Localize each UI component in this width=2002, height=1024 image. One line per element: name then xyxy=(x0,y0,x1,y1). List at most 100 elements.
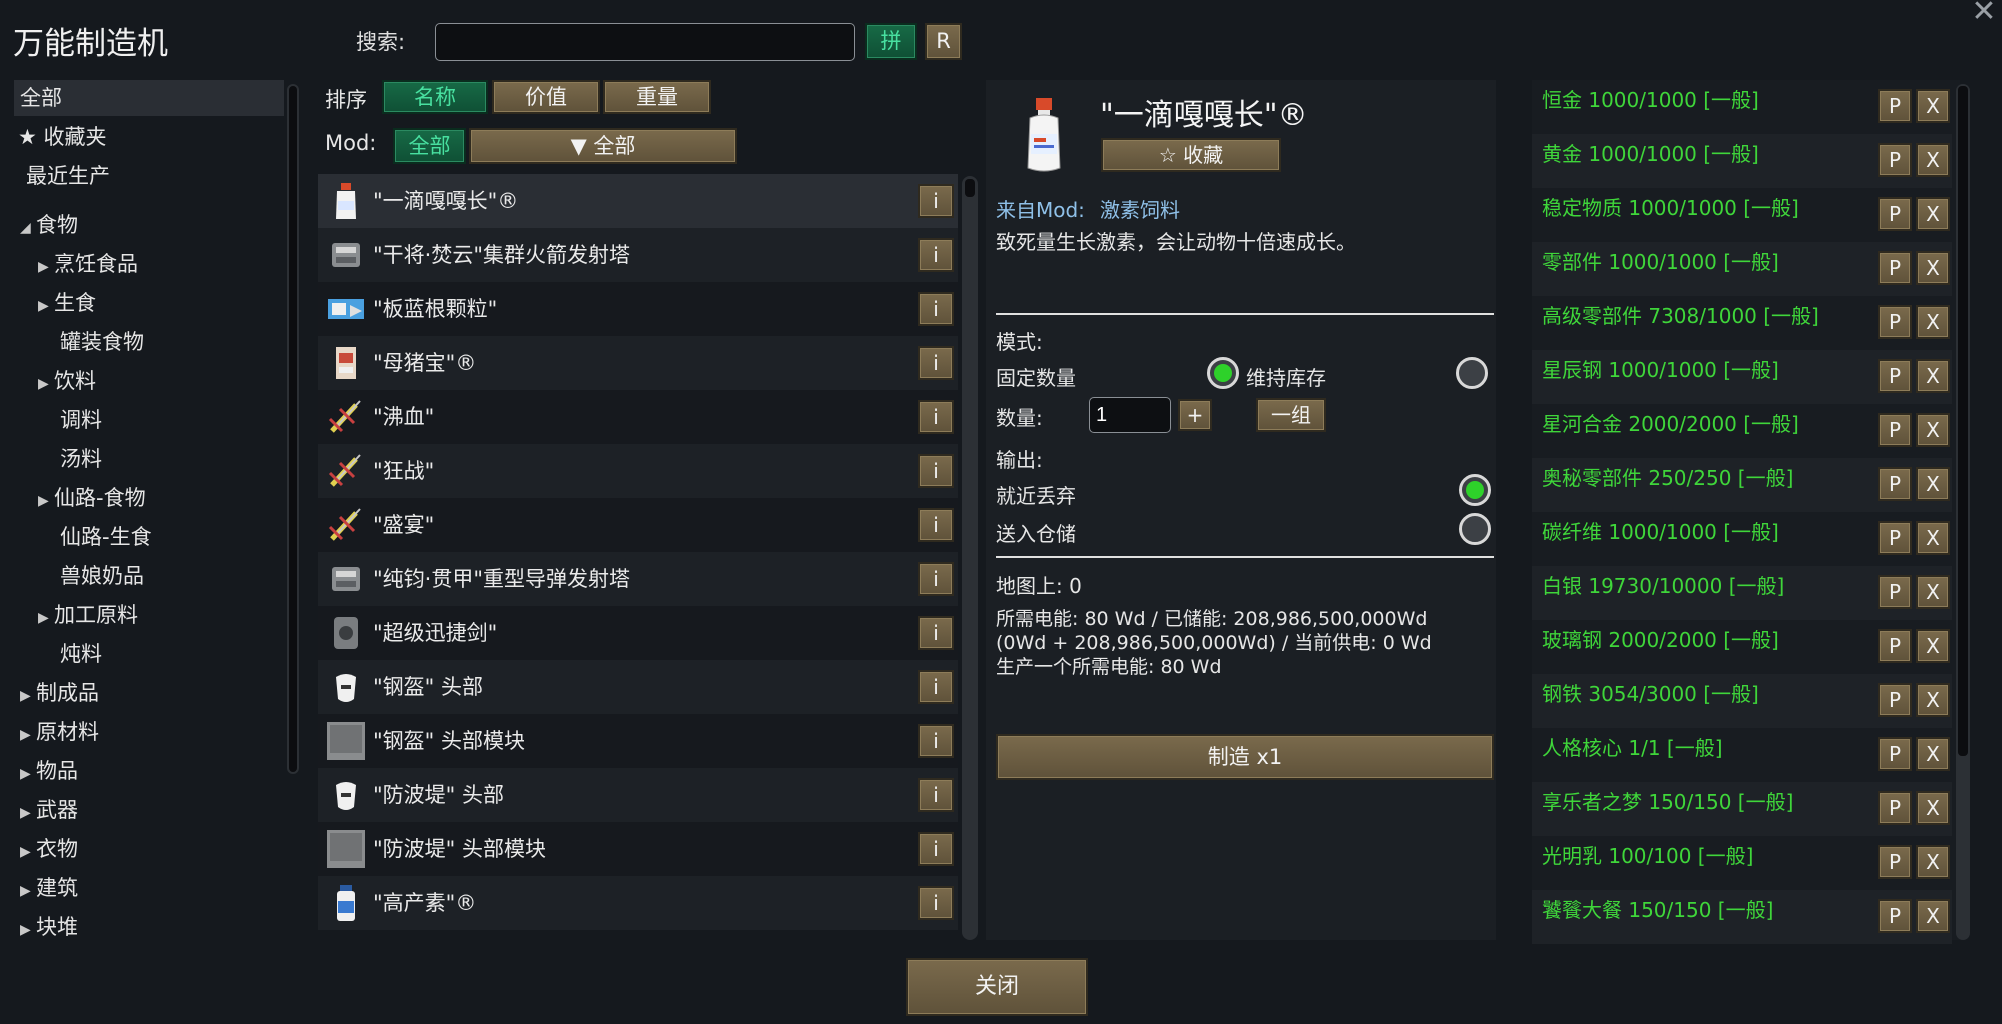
info-button[interactable]: i xyxy=(918,670,954,704)
stock-remove-button[interactable]: X xyxy=(1916,575,1950,609)
category-item[interactable]: ◢ 食物 xyxy=(20,207,78,243)
expand-arrow-icon[interactable]: ◢ xyxy=(20,210,36,246)
close-icon[interactable]: ✕ xyxy=(1970,0,1998,27)
sort-by-weight-button[interactable]: 重量 xyxy=(603,80,711,114)
stock-priority-button[interactable]: P xyxy=(1878,737,1912,771)
category-item[interactable]: 全部 xyxy=(14,80,284,116)
info-button[interactable]: i xyxy=(918,832,954,866)
category-item[interactable]: 罐装食物 xyxy=(60,324,144,360)
expand-arrow-icon[interactable]: ▶ xyxy=(38,366,54,402)
stock-priority-button[interactable]: P xyxy=(1878,197,1912,231)
info-button[interactable]: i xyxy=(918,454,954,488)
stock-priority-button[interactable]: P xyxy=(1878,899,1912,933)
stock-priority-button[interactable]: P xyxy=(1878,89,1912,123)
expand-arrow-icon[interactable]: ▶ xyxy=(38,288,54,324)
info-button[interactable]: i xyxy=(918,184,954,218)
recipe-row[interactable]: "钢盔" 头部模块 i xyxy=(318,714,958,768)
expand-arrow-icon[interactable]: ▶ xyxy=(20,756,36,792)
category-item[interactable]: ★ 收藏夹 xyxy=(18,119,107,155)
stock-remove-button[interactable]: X xyxy=(1916,413,1950,447)
category-item[interactable]: 兽娘奶品 xyxy=(60,558,144,594)
quantity-plus-button[interactable]: + xyxy=(1178,399,1212,431)
pinyin-toggle-button[interactable]: 拼 xyxy=(865,23,917,60)
category-scrollbar[interactable] xyxy=(287,84,299,774)
mod-source-link[interactable]: 激素饲料 xyxy=(1100,194,1180,223)
expand-arrow-icon[interactable]: ▶ xyxy=(20,912,36,948)
recipe-row[interactable]: "板蓝根颗粒" i xyxy=(318,282,958,336)
category-item[interactable]: 调料 xyxy=(60,402,102,438)
recipe-row[interactable]: "一滴嘎嘎长"® i xyxy=(318,174,958,228)
info-button[interactable]: i xyxy=(918,886,954,920)
fixed-quantity-radio[interactable] xyxy=(1207,357,1239,389)
info-button[interactable]: i xyxy=(918,616,954,650)
recipe-row[interactable]: "钢盔" 头部 i xyxy=(318,660,958,714)
expand-arrow-icon[interactable]: ▶ xyxy=(20,834,36,870)
expand-arrow-icon[interactable]: ▶ xyxy=(38,483,54,519)
recipe-row[interactable]: "盛宴" i xyxy=(318,498,958,552)
category-item[interactable]: ▶ 生食 xyxy=(38,285,96,321)
category-item[interactable]: ▶ 原材料 xyxy=(20,714,99,750)
category-item[interactable]: ▶ 烹饪食品 xyxy=(38,246,138,282)
stock-remove-button[interactable]: X xyxy=(1916,791,1950,825)
category-item[interactable]: 最近生产 xyxy=(18,158,110,194)
stock-remove-button[interactable]: X xyxy=(1916,521,1950,555)
stock-remove-button[interactable]: X xyxy=(1916,845,1950,879)
mod-dropdown[interactable]: ▼ 全部 xyxy=(469,128,737,164)
category-item[interactable]: ▶ 加工原料 xyxy=(38,597,138,633)
info-button[interactable]: i xyxy=(918,346,954,380)
info-button[interactable]: i xyxy=(918,292,954,326)
sort-by-name-button[interactable]: 名称 xyxy=(382,80,488,114)
category-item[interactable]: ▶ 物品 xyxy=(20,753,78,789)
stock-remove-button[interactable]: X xyxy=(1916,629,1950,663)
stock-remove-button[interactable]: X xyxy=(1916,359,1950,393)
recipe-row[interactable]: "防波堤" 头部 i xyxy=(318,768,958,822)
stock-remove-button[interactable]: X xyxy=(1916,737,1950,771)
stock-priority-button[interactable]: P xyxy=(1878,305,1912,339)
stock-priority-button[interactable]: P xyxy=(1878,683,1912,717)
category-item[interactable]: ▶ 仙路-食物 xyxy=(38,480,146,516)
stock-priority-button[interactable]: P xyxy=(1878,845,1912,879)
stock-remove-button[interactable]: X xyxy=(1916,683,1950,717)
expand-arrow-icon[interactable]: ▶ xyxy=(38,600,54,636)
sort-by-value-button[interactable]: 价值 xyxy=(492,80,600,114)
info-button[interactable]: i xyxy=(918,238,954,272)
craft-button[interactable]: 制造 x1 xyxy=(996,734,1494,780)
stock-priority-button[interactable]: P xyxy=(1878,575,1912,609)
drop-nearby-radio[interactable] xyxy=(1459,474,1491,506)
expand-arrow-icon[interactable]: ▶ xyxy=(20,717,36,753)
recipe-row[interactable]: "纯钧·贯甲"重型导弹发射塔 i xyxy=(318,552,958,606)
stock-priority-button[interactable]: P xyxy=(1878,413,1912,447)
stock-remove-button[interactable]: X xyxy=(1916,899,1950,933)
recipe-row[interactable]: "高产素"® i xyxy=(318,876,958,930)
category-item[interactable]: ▶ 块堆 xyxy=(20,909,78,945)
stock-remove-button[interactable]: X xyxy=(1916,305,1950,339)
recipe-list-scrollbar[interactable] xyxy=(962,176,978,940)
search-input[interactable] xyxy=(435,23,855,61)
mod-all-button[interactable]: 全部 xyxy=(393,128,466,164)
stock-remove-button[interactable]: X xyxy=(1916,197,1950,231)
keep-stock-radio[interactable] xyxy=(1456,357,1488,389)
category-item[interactable]: 汤料 xyxy=(60,441,102,477)
info-button[interactable]: i xyxy=(918,400,954,434)
stock-scrollbar[interactable] xyxy=(1956,84,1970,940)
info-button[interactable]: i xyxy=(918,778,954,812)
expand-arrow-icon[interactable]: ▶ xyxy=(20,795,36,831)
expand-arrow-icon[interactable]: ▶ xyxy=(38,249,54,285)
close-button[interactable]: 关闭 xyxy=(906,958,1088,1016)
stock-priority-button[interactable]: P xyxy=(1878,629,1912,663)
stock-remove-button[interactable]: X xyxy=(1916,143,1950,177)
category-item[interactable]: ▶ 武器 xyxy=(20,792,78,828)
info-button[interactable]: i xyxy=(918,508,954,542)
stock-remove-button[interactable]: X xyxy=(1916,467,1950,501)
category-item[interactable]: 炖料 xyxy=(60,636,102,672)
stock-priority-button[interactable]: P xyxy=(1878,467,1912,501)
send-storage-radio[interactable] xyxy=(1459,513,1491,545)
category-item[interactable]: ▶ 制成品 xyxy=(20,675,99,711)
quantity-input[interactable] xyxy=(1089,397,1171,433)
recipe-row[interactable]: "干将·焚云"集群火箭发射塔 i xyxy=(318,228,958,282)
info-button[interactable]: i xyxy=(918,562,954,596)
stock-priority-button[interactable]: P xyxy=(1878,143,1912,177)
info-button[interactable]: i xyxy=(918,724,954,758)
stock-priority-button[interactable]: P xyxy=(1878,791,1912,825)
stock-priority-button[interactable]: P xyxy=(1878,359,1912,393)
